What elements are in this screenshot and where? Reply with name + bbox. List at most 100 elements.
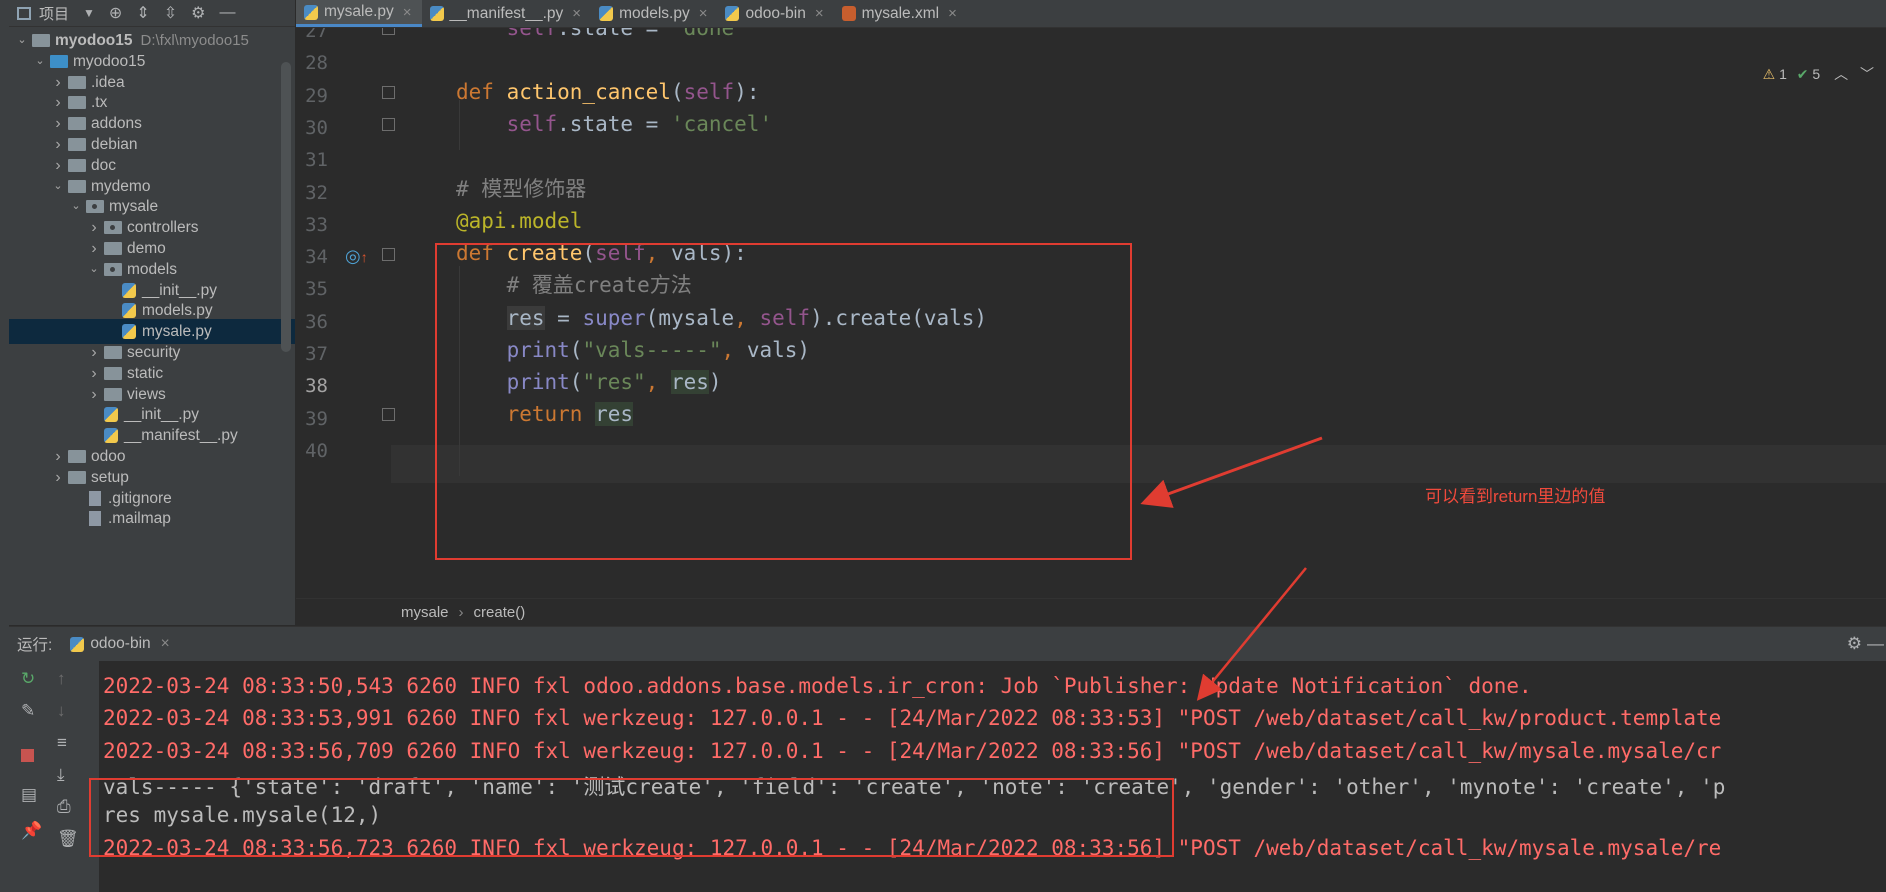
editor-tab-label: mysale.py	[324, 3, 394, 20]
console-line: 2022-03-24 08:33:53,991 6260 INFO fxl we…	[103, 706, 1722, 731]
python-file-icon	[104, 407, 118, 423]
code-line-27: self.state = 'done'	[506, 28, 747, 40]
pin-icon[interactable]: 📌	[21, 821, 42, 841]
project-toolbar: 项目 ▼ ⊕ ⇕ ⇳ ⚙ —	[9, 0, 295, 27]
close-icon[interactable]: ×	[948, 5, 957, 22]
crosshair-icon[interactable]: ⊕	[109, 3, 122, 23]
warning-count: 1	[1779, 66, 1787, 82]
check-icon: ✔	[1796, 66, 1809, 82]
folder-icon	[68, 158, 86, 172]
folder-icon	[68, 96, 86, 110]
editor-tab-label: odoo-bin	[745, 4, 806, 22]
folder-icon	[104, 242, 122, 255]
editor-tab[interactable]: models.py ×	[591, 0, 717, 27]
down-icon[interactable]: ↓	[57, 701, 66, 721]
fold-marker[interactable]	[382, 86, 395, 99]
run-tab[interactable]: odoo-bin ×	[70, 635, 170, 653]
project-tree-scrollbar[interactable]	[281, 62, 291, 352]
folder-icon	[104, 366, 122, 380]
stop-icon[interactable]	[21, 749, 34, 762]
folder-icon	[32, 34, 50, 47]
line-number-gutter: 27 28 29 30 31 32 33 34 35 36 37 38 39 40	[296, 28, 391, 598]
folder-icon	[104, 387, 122, 401]
print-icon[interactable]: ⎙	[57, 797, 71, 817]
tree-item[interactable]: .mailmap	[9, 506, 295, 531]
chevron-up-icon[interactable]: ︿	[1834, 66, 1848, 82]
line-number: 27	[305, 28, 328, 42]
highlight-box-code	[435, 243, 1132, 560]
wrench-icon[interactable]: ✎	[21, 701, 35, 721]
project-icon	[17, 6, 31, 20]
project-tree: ⌄ myodoo15 D:\fxl\myodoo15 ⌄ myodoo15 › .idea ›…	[9, 27, 295, 625]
line-number: 31	[305, 149, 328, 172]
rerun-icon[interactable]: ↻	[21, 669, 35, 689]
scroll-to-end-icon[interactable]: ⤓	[57, 765, 65, 785]
file-icon	[89, 490, 101, 506]
line-number: 29	[305, 84, 328, 107]
folder-icon	[68, 179, 86, 193]
gear-icon[interactable]: ⚙	[1847, 634, 1862, 654]
python-file-icon	[725, 6, 740, 21]
gear-icon[interactable]: ⚙	[191, 3, 205, 23]
editor-tab[interactable]: mysale.py ×	[296, 0, 422, 27]
chevron-down-icon[interactable]: ﹀	[1860, 66, 1874, 82]
chevron-right-icon: ›	[458, 604, 464, 621]
python-file-icon	[599, 6, 614, 21]
editor-tabbar: mysale.py × __manifest__.py × models.py × odoo…	[296, 0, 1886, 28]
tree-item-label: .mailmap	[108, 510, 171, 528]
line-number: 32	[305, 181, 328, 204]
breadcrumb-class[interactable]: mysale	[401, 604, 449, 621]
run-console[interactable]: 2022-03-24 08:33:50,543 6260 INFO fxl od…	[99, 661, 1886, 892]
expand-all-icon[interactable]: ⇕	[136, 3, 149, 23]
run-label: 运行:	[17, 637, 53, 654]
annotation-text: 可以看到return里边的值	[1425, 487, 1606, 506]
folder-icon	[68, 138, 86, 151]
layout-icon[interactable]: ▤	[21, 785, 37, 805]
hide-icon[interactable]: —	[219, 4, 235, 22]
python-file-icon	[122, 324, 136, 340]
line-number: 37	[305, 343, 328, 365]
soft-wrap-icon[interactable]: ≡	[57, 733, 67, 753]
close-icon[interactable]: ×	[161, 635, 170, 653]
fold-marker[interactable]	[382, 28, 395, 35]
close-icon[interactable]: ×	[572, 5, 581, 22]
close-icon[interactable]: ×	[699, 5, 708, 22]
line-number: 38	[305, 375, 328, 398]
line-number: 34	[305, 246, 328, 269]
python-file-icon	[104, 428, 118, 444]
python-icon	[70, 636, 85, 652]
close-icon[interactable]: ×	[815, 5, 824, 22]
run-panel-header: 运行: odoo-bin × ⚙ —	[9, 626, 1886, 661]
python-file-icon	[429, 6, 444, 21]
collapse-all-icon[interactable]: ⇳	[164, 3, 177, 23]
xml-file-icon	[841, 6, 856, 21]
hide-icon[interactable]: —	[1867, 634, 1884, 654]
override-method-icon[interactable]: ◎↑	[345, 246, 368, 267]
folder-icon	[68, 75, 86, 89]
line-number: 35	[305, 278, 328, 301]
trash-icon[interactable]: 🗑	[57, 829, 79, 849]
fold-marker[interactable]	[382, 248, 395, 261]
project-title[interactable]: 项目	[39, 3, 69, 24]
up-icon[interactable]: ↑	[57, 669, 66, 689]
ok-count: 5	[1812, 66, 1821, 82]
fold-marker[interactable]	[382, 118, 395, 131]
editor-tab[interactable]: odoo-bin ×	[717, 0, 833, 27]
module-folder-icon	[50, 54, 68, 68]
chevron-down-icon[interactable]: ▼	[83, 6, 95, 20]
editor-tab[interactable]: mysale.xml ×	[834, 0, 967, 27]
editor-tab-label: mysale.xml	[861, 4, 940, 22]
editor-tab-label: __manifest__.py	[449, 4, 564, 22]
line-number: 40	[305, 439, 328, 462]
fold-marker[interactable]	[382, 408, 395, 421]
inspection-widget[interactable]: ⚠ 1 ✔ 5 ︿ ﹀	[1763, 64, 1874, 84]
package-icon	[104, 262, 122, 276]
breadcrumb-method[interactable]: create()	[474, 604, 526, 621]
python-file-icon	[122, 303, 136, 319]
run-toolbar: ↻ ↑ ✎ ↓ ≡ ⤓ ▤ ⎙ 📌 🗑	[9, 661, 99, 892]
folder-icon	[68, 470, 86, 484]
run-tab-label: odoo-bin	[90, 635, 151, 652]
editor-tab[interactable]: __manifest__.py ×	[422, 0, 592, 27]
line-number: 33	[305, 213, 328, 236]
close-icon[interactable]: ×	[403, 4, 412, 21]
